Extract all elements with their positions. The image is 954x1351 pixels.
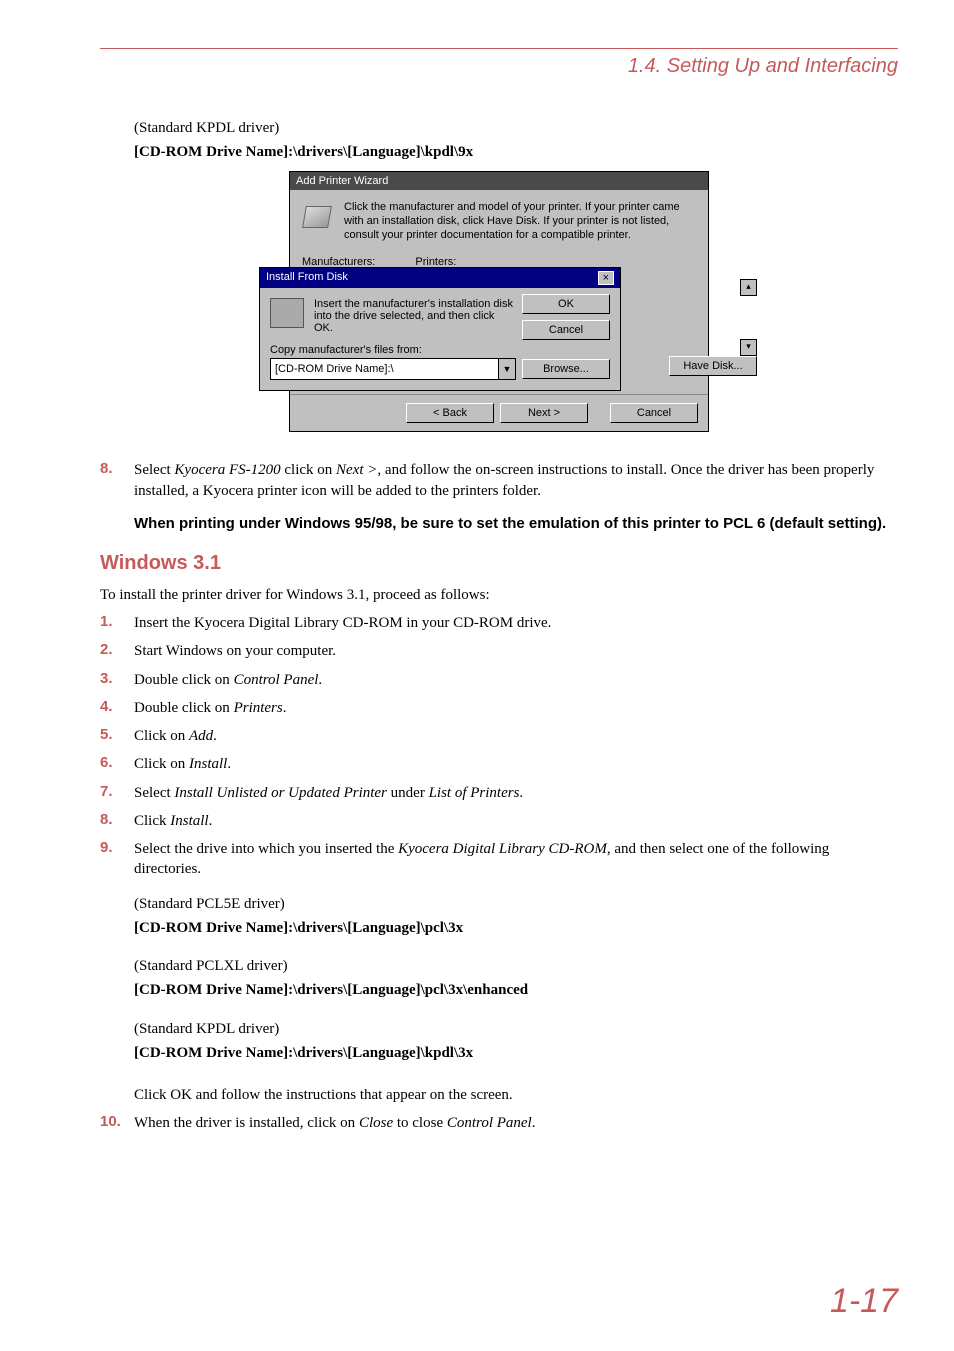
step-number: 3.	[100, 670, 134, 690]
step-text: Double click on Printers.	[134, 698, 898, 718]
emulation-note: When printing under Windows 95/98, be su…	[134, 513, 898, 534]
pcl5e-path: [CD-ROM Drive Name]:\drivers\[Language]\…	[134, 918, 898, 938]
header-rule	[100, 48, 898, 49]
step-text: Insert the Kyocera Digital Library CD-RO…	[134, 613, 898, 633]
kpdl-driver-note: (Standard KPDL driver)	[134, 118, 898, 138]
printer-icon	[302, 200, 334, 232]
disk-icon	[270, 298, 304, 328]
wizard-cancel-button[interactable]: Cancel	[610, 403, 698, 423]
step-number: 7.	[100, 783, 134, 803]
kpdl-driver-path: [CD-ROM Drive Name]:\drivers\[Language]\…	[134, 142, 898, 162]
step-text: Select Install Unlisted or Updated Print…	[134, 783, 898, 803]
wizard-description: Click the manufacturer and model of your…	[344, 200, 696, 243]
ifd-cancel-button[interactable]: Cancel	[522, 320, 610, 340]
add-printer-wizard-dialog: Add Printer Wizard Click the manufacture…	[289, 171, 709, 433]
close-icon[interactable]: ×	[598, 271, 614, 285]
scroll-up-icon[interactable]: ▴	[740, 279, 757, 296]
step-text: Select the drive into which you inserted…	[134, 839, 898, 880]
section-lead: To install the printer driver for Window…	[100, 585, 898, 605]
section-heading-windows31: Windows 3.1	[100, 552, 898, 575]
ifd-path-input[interactable]	[271, 359, 498, 379]
step-number: 2.	[100, 641, 134, 661]
step-number: 8.	[100, 460, 134, 501]
ifd-copy-label: Copy manufacturer's files from:	[260, 344, 620, 358]
step-number: 1.	[100, 613, 134, 633]
ifd-title-text: Install From Disk	[266, 271, 348, 285]
pclxl-note: (Standard PCLXL driver)	[134, 956, 898, 976]
step-number: 9.	[100, 839, 134, 880]
step-number: 10.	[100, 1113, 134, 1133]
kpdl3x-note: (Standard KPDL driver)	[134, 1019, 898, 1039]
step8-text: Select Kyocera FS-1200 click on Next >, …	[134, 460, 898, 501]
kpdl3x-path: [CD-ROM Drive Name]:\drivers\[Language]\…	[134, 1043, 898, 1063]
wizard-next-button[interactable]: Next >	[500, 403, 588, 423]
scroll-down-icon[interactable]: ▾	[740, 339, 757, 356]
ifd-instruction: Insert the manufacturer's installation d…	[314, 298, 514, 334]
install-from-disk-dialog: Install From Disk × Insert the manufactu…	[259, 267, 621, 391]
step-number: 8.	[100, 811, 134, 831]
wizard-title-bar: Add Printer Wizard	[290, 172, 708, 190]
step-number: 4.	[100, 698, 134, 718]
step-number: 6.	[100, 754, 134, 774]
step-number: 5.	[100, 726, 134, 746]
pcl5e-note: (Standard PCL5E driver)	[134, 894, 898, 914]
step-text: When the driver is installed, click on C…	[134, 1113, 898, 1133]
step-text: Double click on Control Panel.	[134, 670, 898, 690]
step-text: Click Install.	[134, 811, 898, 831]
ifd-ok-button[interactable]: OK	[522, 294, 610, 314]
chevron-down-icon[interactable]: ▼	[498, 359, 515, 379]
ifd-path-combo[interactable]: ▼	[270, 358, 516, 380]
step-text: Click on Add.	[134, 726, 898, 746]
wizard-back-button[interactable]: < Back	[406, 403, 494, 423]
ifd-browse-button[interactable]: Browse...	[522, 359, 610, 379]
step-text: Start Windows on your computer.	[134, 641, 898, 661]
have-disk-button[interactable]: Have Disk...	[669, 356, 757, 376]
step-text: Click on Install.	[134, 754, 898, 774]
pclxl-path: [CD-ROM Drive Name]:\drivers\[Language]\…	[134, 980, 898, 1000]
step9-tail: Click OK and follow the instructions tha…	[134, 1085, 898, 1105]
header-breadcrumb: 1.4. Setting Up and Interfacing	[100, 55, 898, 78]
page-number: 1-17	[830, 1282, 898, 1321]
